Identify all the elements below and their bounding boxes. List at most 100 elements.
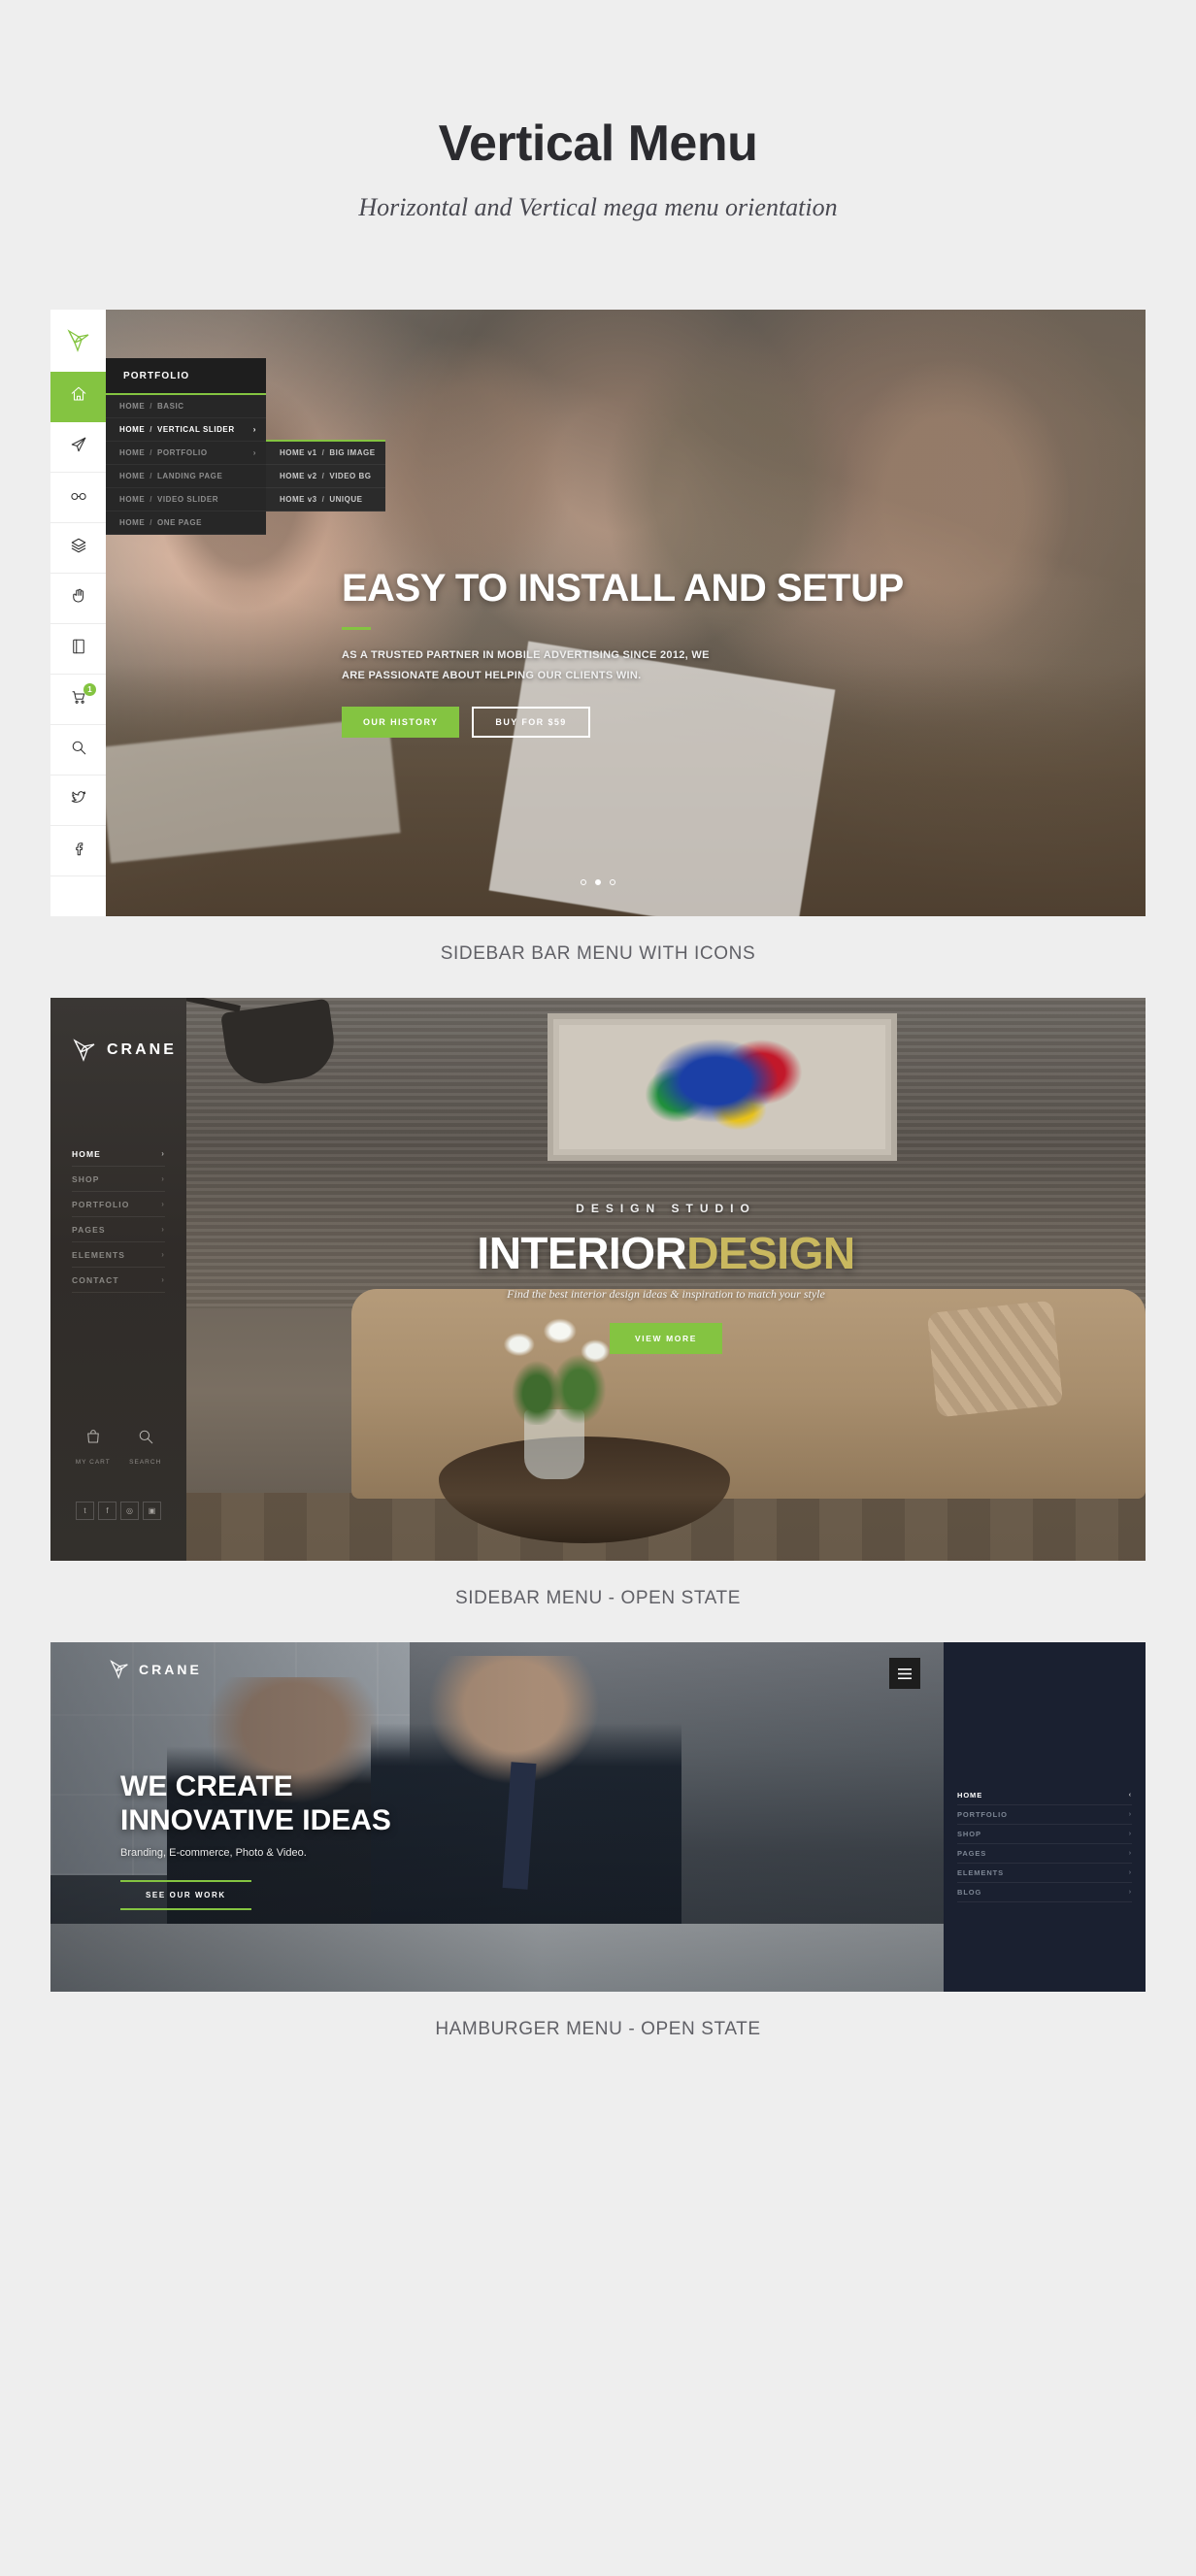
hamburger-nav-item-portfolio[interactable]: PORTFOLIO › [957,1805,1132,1826]
rail-item-facebook[interactable] [50,826,106,877]
page-subtitle: Horizontal and Vertical mega menu orient… [358,193,838,222]
hamburger-nav-item-elements[interactable]: ELEMENTS › [957,1864,1132,1884]
sidebar-item-label: SHOP [72,1173,100,1184]
twitter-icon [70,789,87,811]
sidebar-item-label: ELEMENTS [72,1249,126,1260]
brand-logo-2[interactable]: CRANE [50,998,186,1063]
hamburger-nav-item-home[interactable]: HOME ‹ [957,1786,1132,1806]
origami-bird-logo-icon [110,1660,128,1680]
submenu-item-prefix: HOME v1 [280,448,317,458]
cart-count-badge: 1 [83,683,96,697]
chevron-icon: › [1128,1869,1132,1877]
mega-item-separator: / [150,448,152,458]
rail-logo[interactable] [50,310,106,372]
origami-bird-logo-icon [66,329,88,353]
chevron-icon: › [1128,1831,1132,1838]
view-more-button[interactable]: VIEW MORE [610,1323,722,1355]
mega-item-prefix: HOME [119,448,146,458]
rail-item-cart[interactable]: 1 [50,675,106,726]
rail-item-glasses[interactable] [50,473,106,524]
slider-dot[interactable] [595,879,601,886]
mega-menu-panel: PORTFOLIO HOME / BASIC HOME / VERTICAL SLIDER… [106,358,266,536]
hero-subtitle-3: Branding, E-commerce, Photo & Video. [120,1846,307,1859]
sidebar-item-elements[interactable]: ELEMENTS › [72,1242,165,1269]
rail-item-hand[interactable] [50,574,106,625]
sidebar-item-label: PORTFOLIO [72,1199,130,1209]
hero-title-line1: WE CREATE [120,1770,293,1803]
chevron-icon: › [1128,1889,1132,1897]
sidebar-tool-label: MY CART [75,1459,111,1467]
mega-menu-item[interactable]: HOME / VERTICAL SLIDER › [106,418,266,443]
rail-item-book[interactable] [50,624,106,676]
hero-content-2: DESIGN STUDIO INTERIORDESIGN Find the be… [186,1202,1146,1355]
mega-menu-item[interactable]: HOME / BASIC [106,395,266,419]
hamburger-nav-label: PAGES [957,1849,987,1859]
hamburger-nav-item-blog[interactable]: BLOG › [957,1883,1132,1903]
mega-item-separator: / [150,402,152,412]
brand-name-3: CRANE [139,1662,202,1678]
buy-now-button[interactable]: BUY FOR $59 [472,706,590,738]
chevron-icon: ‹ [1128,1792,1132,1800]
rail-item-paper-plane[interactable] [50,422,106,474]
sidebar-tool-my-cart[interactable]: MY CART [76,1428,111,1466]
hamburger-nav-label: ELEMENTS [957,1868,1005,1878]
sidebar-item-pages[interactable]: PAGES › [72,1217,165,1243]
see-our-work-button[interactable]: SEE OUR WORK [120,1879,251,1910]
hamburger-nav-label: HOME [957,1791,983,1800]
photo-wall-art [548,1013,897,1162]
showcase-sidebar-open: CRANE HOME › SHOP › PORTFOLIO › PAGES › ELEMENTS… [0,998,1196,1642]
paper-plane-icon [70,436,87,458]
mega-menu-item[interactable]: HOME / PORTFOLIO › [106,442,266,466]
showcase-sidebar-bar-menu: 1 PORTFOLIO HOME / BASIC HOME / VERTICAL SLID… [0,310,1196,998]
mega-menu-item[interactable]: HOME / ONE PAGE [106,512,266,536]
facebook-icon[interactable]: f [98,1502,116,1521]
glasses-icon [70,486,87,509]
search-icon [70,739,87,761]
slider-dot[interactable] [610,879,615,886]
mega-menu-item[interactable]: HOME / VIDEO SLIDER [106,488,266,512]
sidebar-item-portfolio[interactable]: PORTFOLIO › [72,1192,165,1218]
hamburger-menu-icon [898,1668,912,1679]
icon-rail-sidebar: 1 [50,310,106,917]
slider-dots[interactable] [581,879,615,886]
rail-item-twitter[interactable] [50,776,106,827]
hamburger-nav-item-shop[interactable]: SHOP › [957,1825,1132,1845]
brand-name-2: CRANE [107,1041,177,1059]
mega-item-label: BASIC [156,402,184,412]
rail-item-search[interactable] [50,725,106,776]
hero-accent-rule [342,627,371,631]
rail-item-home[interactable] [50,372,106,423]
chevron-right-icon: › [161,1250,165,1260]
hero-title-part1: INTERIOR [477,1228,687,1279]
dribbble-icon[interactable]: ◎ [120,1502,139,1521]
submenu-item-prefix: HOME v2 [280,472,317,481]
our-history-button[interactable]: OUR HISTORY [342,706,460,738]
hero-content-3: WE CREATE INNOVATIVE IDEAS Branding, E-c… [120,1770,391,1910]
mega-item-separator: / [150,518,152,528]
mega-menu-list: HOME / BASIC HOME / VERTICAL SLIDER › HOME / PORT… [106,395,266,536]
sidebar-item-home[interactable]: HOME › [72,1141,165,1168]
page-title: Vertical Menu [438,116,758,172]
hamburger-nav-panel: HOME ‹ PORTFOLIO › SHOP › PAGES › ELEMENTS › BLOG › [944,1642,1146,1993]
hero-content-1: EASY TO INSTALL AND SETUP AS A TRUSTED P… [342,567,1080,738]
brand-logo-3[interactable]: CRANE [109,1660,202,1680]
mega-item-prefix: HOME [119,518,146,528]
mega-submenu-item[interactable]: HOME v3 / UNIQUE [266,488,385,512]
sidebar-item-shop[interactable]: SHOP › [72,1167,165,1193]
mega-menu-item[interactable]: HOME / LANDING PAGE [106,465,266,489]
hero-title: EASY TO INSTALL AND SETUP [342,567,904,611]
hamburger-menu-button[interactable] [889,1658,920,1690]
layers-icon [70,537,87,559]
twitter-icon[interactable]: t [76,1502,94,1521]
mega-submenu-item[interactable]: HOME v2 / VIDEO BG [266,465,385,489]
sidebar-tool-search[interactable]: SEARCH [129,1428,161,1466]
sidebar-item-contact[interactable]: CONTACT › [72,1268,165,1294]
hero-kicker: DESIGN STUDIO [576,1202,756,1216]
rail-item-layers[interactable] [50,523,106,575]
hamburger-nav-item-pages[interactable]: PAGES › [957,1844,1132,1865]
mega-submenu-item[interactable]: HOME v1 / BIG IMAGE [266,442,385,466]
instagram-icon[interactable]: ▣ [143,1502,161,1521]
slider-dot[interactable] [581,879,586,886]
hamburger-nav-list: HOME ‹ PORTFOLIO › SHOP › PAGES › ELEMENTS › BLOG › [944,1786,1146,1903]
hamburger-nav-label: PORTFOLIO [957,1810,1008,1820]
